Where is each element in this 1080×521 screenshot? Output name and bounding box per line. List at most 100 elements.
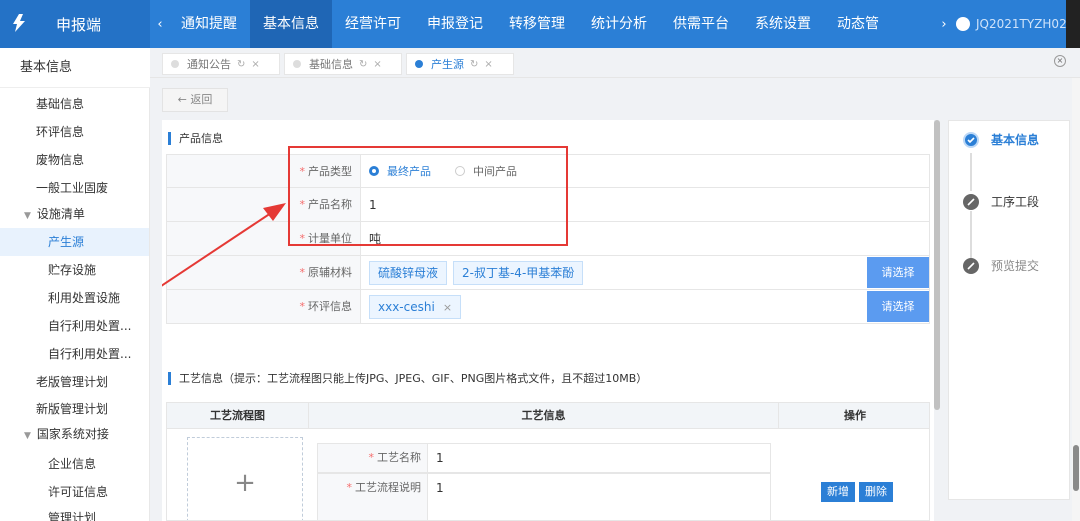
sidebar-group-label: 设施清单 <box>36 207 85 221</box>
tab-label: 产生源 <box>431 58 464 71</box>
nav-item-basic-info[interactable]: 基本信息 <box>250 0 332 48</box>
material-tag[interactable]: 2-叔丁基-4-甲基苯酚 <box>453 260 584 285</box>
user-icon <box>956 17 970 31</box>
col-header-operations: 操作 <box>779 403 929 429</box>
nav-item-notices[interactable]: 通知提醒 <box>168 0 250 48</box>
tab-label: 通知公告 <box>187 58 231 71</box>
back-button[interactable]: ← 返回 <box>162 88 228 112</box>
product-section-title: 产品信息 <box>168 132 223 145</box>
step-navigator: 基本信息 工序工段 预览提交 <box>948 120 1070 500</box>
material-tag[interactable]: 硫酸锌母液 <box>369 260 448 285</box>
tab-label: 基础信息 <box>309 58 353 71</box>
step-connector <box>970 211 972 261</box>
expand-caret-icon: ▼ <box>24 211 31 221</box>
sidebar-item-industrial-solid-waste[interactable]: 一般工业固废 <box>0 174 149 202</box>
tab-status-dot <box>293 60 301 68</box>
step-label: 预览提交 <box>991 259 1040 273</box>
refresh-icon[interactable]: ↻ <box>237 59 245 70</box>
sidebar-group-facilities[interactable]: ▼ 设施清单 <box>0 200 149 228</box>
sidebar-group-label: 国家系统对接 <box>36 427 109 441</box>
sidebar-group-national[interactable]: ▼ 国家系统对接 <box>0 420 149 448</box>
tab-bar: 通知公告 ↻ × 基础信息 ↻ × 产生源 ↻ × <box>150 48 1080 78</box>
sidebar-title: 基本信息 <box>0 48 150 88</box>
materials-row: * 原辅材料 硫酸锌母液 2-叔丁基-4-甲基苯酚 请选择 <box>166 256 930 290</box>
panel-scrollbar[interactable] <box>934 120 940 410</box>
tab-status-dot <box>415 60 423 68</box>
tab-basic-info[interactable]: 基础信息 ↻ × <box>284 53 402 75</box>
select-eia-button[interactable]: 请选择 <box>867 291 929 322</box>
sidebar-item-company[interactable]: 企业信息 <box>0 450 149 478</box>
delete-craft-button[interactable]: 删除 <box>859 482 893 502</box>
highlight-box <box>288 146 568 246</box>
nav-item-declaration[interactable]: 申报登记 <box>414 0 496 48</box>
flowchart-upload[interactable]: + <box>187 437 303 520</box>
tab-status-dot <box>171 60 179 68</box>
user-menu[interactable]: JQ2021TYZH02 <box>956 0 1067 48</box>
main-content: ← 返回 产品信息 * 产品类型 最终产品 中间产品 * 产品名称 1 * 计量单位 … <box>150 78 1080 521</box>
step-label: 基本信息 <box>991 133 1040 147</box>
window-scrollbar[interactable] <box>1072 78 1080 521</box>
sidebar-item-new-plan[interactable]: 新版管理计划 <box>0 395 149 423</box>
refresh-icon[interactable]: ↻ <box>359 59 367 70</box>
craft-name-label: * 工艺名称 <box>318 444 428 472</box>
app-logo-icon <box>13 14 25 32</box>
step-basic-info[interactable]: 基本信息 <box>963 131 1039 148</box>
top-navbar: 申报端 ‹ 通知提醒 基本信息 经营许可 申报登记 转移管理 统计分析 供需平台… <box>0 0 1080 48</box>
nav-scroll-left-icon[interactable]: ‹ <box>150 0 170 48</box>
craft-desc-label: * 工艺流程说明 <box>318 474 428 520</box>
sidebar-item-storage[interactable]: 贮存设施 <box>0 256 149 284</box>
sidebar-item-mgmt-plan[interactable]: 管理计划 <box>0 504 149 521</box>
select-materials-button[interactable]: 请选择 <box>867 257 929 288</box>
sidebar-item-waste[interactable]: 废物信息 <box>0 146 149 174</box>
sidebar-item-eia[interactable]: 环评信息 <box>0 118 149 146</box>
sidebar-item-basic[interactable]: 基础信息 <box>0 90 149 118</box>
sidebar-item-old-plan[interactable]: 老版管理计划 <box>0 368 149 396</box>
sidebar-item-self-utilization-2[interactable]: 自行利用处置... <box>0 340 149 368</box>
close-icon[interactable]: × <box>484 59 492 70</box>
app-title: 申报端 <box>56 16 102 34</box>
step-label: 工序工段 <box>991 195 1040 209</box>
check-icon <box>963 131 979 148</box>
nav-scroll-right-icon[interactable]: › <box>934 0 954 48</box>
close-icon[interactable]: × <box>251 59 259 70</box>
nav-item-supply-demand[interactable]: 供需平台 <box>660 0 742 48</box>
close-all-tabs-icon[interactable]: × <box>1054 55 1066 67</box>
nav-item-statistics[interactable]: 统计分析 <box>578 0 660 48</box>
edit-icon <box>963 257 979 274</box>
step-process[interactable]: 工序工段 <box>963 193 1039 210</box>
nav-item-business-license[interactable]: 经营许可 <box>332 0 414 48</box>
col-header-craft-info: 工艺信息 <box>309 403 779 429</box>
expand-caret-icon: ▼ <box>24 431 31 441</box>
sidebar-item-permit[interactable]: 许可证信息 <box>0 478 149 506</box>
sidebar-item-self-utilization-1[interactable]: 自行利用处置... <box>0 312 149 340</box>
step-connector <box>970 153 972 191</box>
craft-table: 工艺流程图 工艺信息 操作 + * 工艺名称 1 * 工艺流程说明 1 新增 删除 <box>166 402 930 521</box>
sidebar: 基础信息 环评信息 废物信息 一般工业固废 ▼ 设施清单 产生源 贮存设施 利用处… <box>0 88 150 521</box>
craft-section-title: 工艺信息（提示：工艺流程图只能上传JPG、JPEG、GIF、PNG图片格式文件，… <box>168 372 647 385</box>
username: JQ2021TYZH02 <box>976 17 1067 31</box>
eia-field[interactable]: xxx-ceshi × 请选择 <box>361 290 929 323</box>
step-preview[interactable]: 预览提交 <box>963 257 1039 274</box>
refresh-icon[interactable]: ↻ <box>470 59 478 70</box>
materials-field[interactable]: 硫酸锌母液 2-叔丁基-4-甲基苯酚 请选择 <box>361 256 929 289</box>
form-panel: 产品信息 * 产品类型 最终产品 中间产品 * 产品名称 1 * 计量单位 吨 * 原辅… <box>162 120 934 521</box>
nav-item-dynamic[interactable]: 动态管 <box>824 0 879 48</box>
nav-item-transfer[interactable]: 转移管理 <box>496 0 578 48</box>
eia-tag[interactable]: xxx-ceshi × <box>369 294 462 319</box>
tab-notices[interactable]: 通知公告 ↻ × <box>162 53 280 75</box>
sidebar-item-source[interactable]: 产生源 <box>0 228 149 256</box>
materials-label: * 原辅材料 <box>167 256 361 289</box>
craft-name-input[interactable]: 1 <box>428 444 770 472</box>
scrollbar-thumb[interactable] <box>1073 445 1079 491</box>
tab-source[interactable]: 产生源 ↻ × <box>406 53 514 75</box>
nav-item-settings[interactable]: 系统设置 <box>742 0 824 48</box>
craft-desc-row: * 工艺流程说明 1 <box>317 473 771 520</box>
craft-desc-textarea[interactable]: 1 <box>428 474 770 520</box>
edit-icon <box>963 193 979 210</box>
add-craft-button[interactable]: 新增 <box>821 482 855 502</box>
main-nav-menu: 通知提醒 基本信息 经营许可 申报登记 转移管理 统计分析 供需平台 系统设置 … <box>168 0 879 48</box>
tag-remove-icon[interactable]: × <box>443 301 452 314</box>
brand-area[interactable]: 申报端 <box>0 0 150 48</box>
close-icon[interactable]: × <box>373 59 381 70</box>
sidebar-item-utilization[interactable]: 利用处置设施 <box>0 284 149 312</box>
